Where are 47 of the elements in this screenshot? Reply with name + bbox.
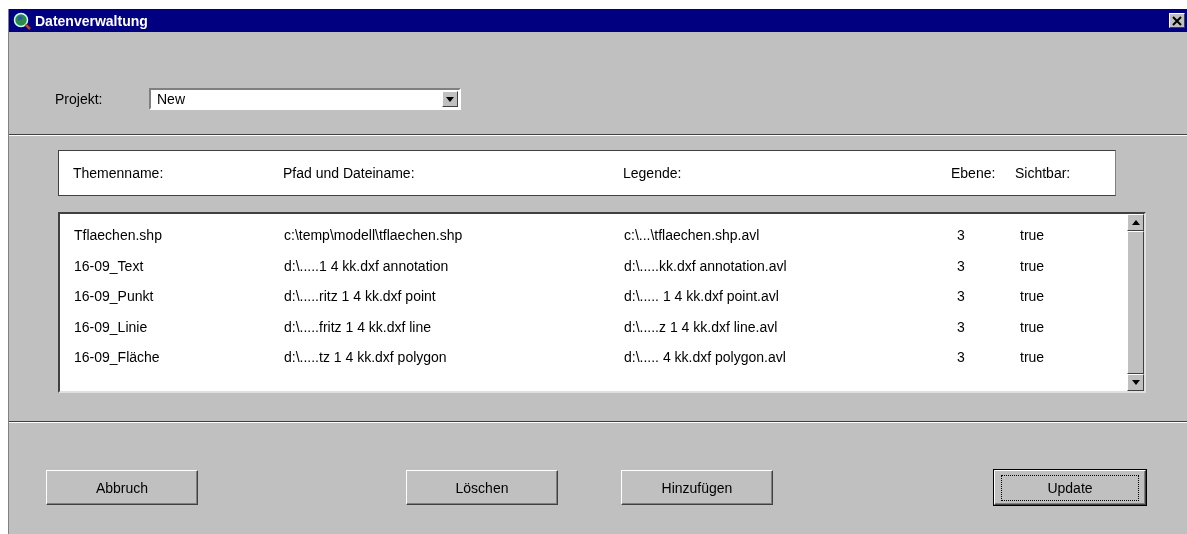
column-header: Themenname: xyxy=(73,165,165,181)
window-title: Datenverwaltung xyxy=(35,12,148,29)
table-cell-text: d:\.....kk.dxf annotation.avl xyxy=(624,257,788,274)
table-cell-text: 16-09_Fläche xyxy=(74,349,161,366)
table-cell-text: c:\...\tflaechen.shp.avl xyxy=(624,227,761,244)
table-cell-text: true xyxy=(1020,257,1046,274)
column-header: Pfad und Dateiname: xyxy=(283,165,416,181)
dialog-button[interactable]: Löschen xyxy=(406,470,558,505)
table-cell-text: d:\.....fritz 1 4 kk.dxf line xyxy=(284,318,433,335)
table-cell-text: d:\..... 1 4 kk.dxf point.avl xyxy=(624,288,780,305)
scroll-down-button[interactable] xyxy=(1127,374,1144,391)
column-header: Legende: xyxy=(623,165,683,181)
up-arrow-icon xyxy=(1131,220,1140,225)
column-header: Ebene: xyxy=(951,165,997,181)
table-cell-text: 3 xyxy=(957,318,966,335)
table-cell-text: true xyxy=(1020,288,1046,305)
table-cell-text: d:\.....1 4 kk.dxf annotation xyxy=(284,257,450,274)
table-cell-text: c:\temp\modell\tflaechen.shp xyxy=(284,227,464,244)
dialog-button[interactable]: Update xyxy=(994,470,1146,505)
globe-magnifier-icon xyxy=(13,11,31,30)
scroll-up-button[interactable] xyxy=(1127,214,1144,231)
dropdown-arrow-button[interactable] xyxy=(442,91,458,107)
table-cell-text: 3 xyxy=(957,288,966,305)
table-cell-text: 16-09_Text xyxy=(74,257,145,274)
project-label: Projekt: xyxy=(55,91,104,107)
table-cell-text: d:\..... 4 kk.dxf polygon.avl xyxy=(624,349,787,366)
table-cell-text: 3 xyxy=(957,349,966,366)
down-arrow-icon xyxy=(1131,380,1140,385)
vertical-scrollbar[interactable] xyxy=(1127,214,1144,391)
project-dropdown[interactable]: New xyxy=(149,88,461,110)
table-cell-text: true xyxy=(1020,349,1046,366)
table-cell-text: true xyxy=(1020,227,1046,244)
caret-icon xyxy=(446,96,454,102)
dialog-button[interactable]: Hinzufügen xyxy=(621,470,773,505)
table-cell-text: d:\.....tz 1 4 kk.dxf polygon xyxy=(284,349,448,366)
column-header: Sichtbar: xyxy=(1015,165,1072,181)
table-cell-text: d:\.....ritz 1 4 kk.dxf point xyxy=(284,288,437,305)
dialog-button[interactable]: Abbruch xyxy=(46,470,198,505)
table-cell-text: 16-09_Punkt xyxy=(74,288,155,305)
close-button[interactable] xyxy=(1169,13,1185,28)
table-cell-text: d:\.....z 1 4 kk.dxf line.avl xyxy=(624,318,779,335)
table-cell-text: 3 xyxy=(957,257,966,274)
close-icon xyxy=(1172,15,1182,26)
table-cell-text: true xyxy=(1020,318,1046,335)
table-cell-text: 3 xyxy=(957,227,966,244)
table-cell-text: 16-09_Linie xyxy=(74,318,149,335)
table-cell-text: Tflaechen.shp xyxy=(74,227,163,244)
